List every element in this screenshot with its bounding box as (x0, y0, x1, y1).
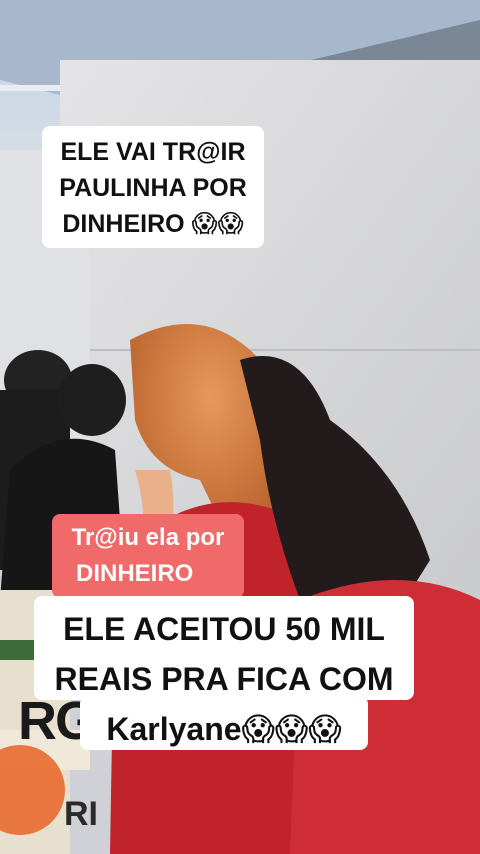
top-caption-line-1: ELE VAI TR@IR (60, 138, 246, 166)
top-caption: ELE VAI TR@IR PAULINHA POR DINHEIRO 😱😱 (42, 134, 264, 242)
middle-caption-line-2: DINHEIRO (76, 560, 194, 587)
top-caption-line-2: PAULINHA POR (59, 174, 247, 202)
top-caption-line-3: DINHEIRO 😱😱 (42, 206, 264, 242)
screaming-face-icon: 😱😱 (191, 209, 244, 238)
middle-caption-line-1: Tr@iu ela por (71, 524, 225, 551)
top-caption-text: DINHEIRO (62, 210, 185, 238)
screaming-face-icon: 😱😱😱 (241, 710, 342, 748)
bottom-caption: ELE ACEITOU 50 MIL REAIS PRA FICA COM Ka… (34, 604, 414, 754)
middle-caption: Tr@iu ela por DINHEIRO (52, 520, 244, 592)
bottom-caption-line-2: REAIS PRA FICA COM (54, 661, 394, 697)
bottom-caption-text: Karlyane (106, 711, 242, 747)
bottom-caption-line-3: Karlyane😱😱😱 (34, 704, 414, 754)
worker-head-2 (58, 364, 126, 436)
bottom-caption-line-1: ELE ACEITOU 50 MIL (63, 611, 385, 647)
sign-text-2: RI (64, 795, 98, 833)
